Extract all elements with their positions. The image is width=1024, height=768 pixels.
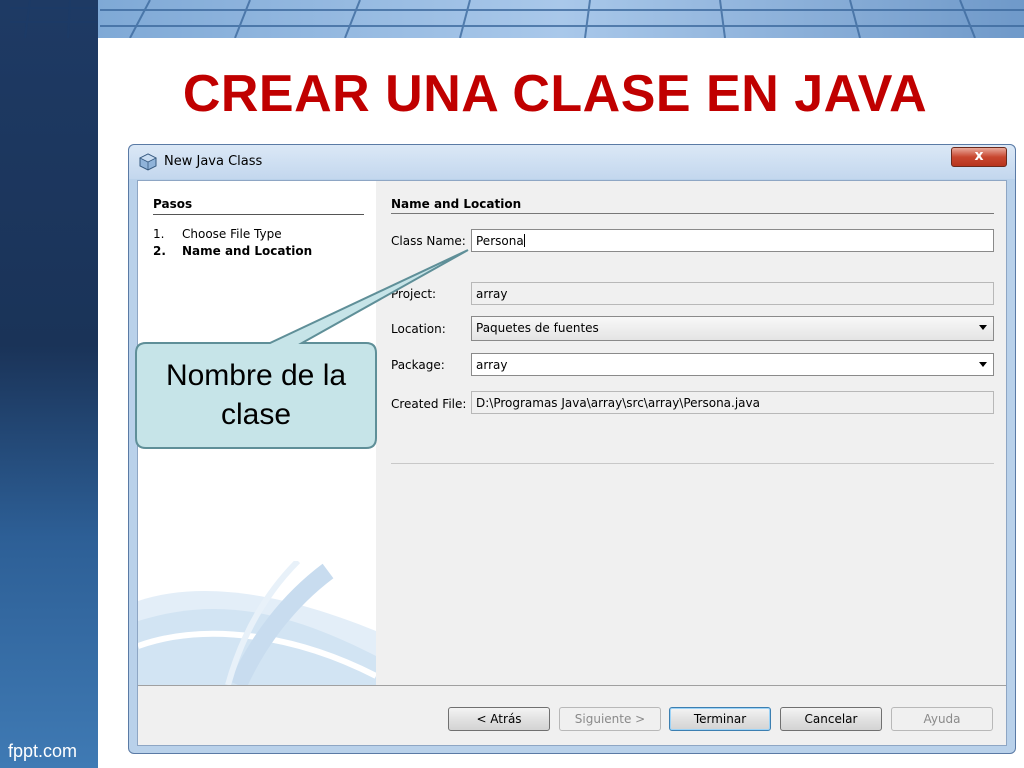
class-name-label: Class Name:: [391, 234, 466, 248]
created-file-field: D:\Programas Java\array\src\array\Person…: [471, 391, 994, 414]
callout-line-1: Nombre de la: [165, 359, 347, 392]
cancel-button[interactable]: Cancelar: [780, 707, 882, 731]
callout-text: Nombre de la clase: [137, 356, 375, 434]
form-heading-divider: [391, 213, 994, 214]
form-heading: Name and Location: [391, 197, 522, 211]
back-button[interactable]: < Atrás: [448, 707, 550, 731]
form-bottom-divider: [391, 463, 994, 464]
package-value: array: [476, 358, 508, 372]
dialog-title: New Java Class: [164, 154, 263, 169]
steps-divider: [153, 214, 364, 215]
slide-title: CREAR UNA CLASE EN JAVA: [182, 65, 928, 123]
created-file-label: Created File:: [391, 397, 467, 411]
footer-brand: fppt.com: [8, 741, 78, 761]
steps-heading: Pasos: [153, 197, 193, 211]
class-name-value: Persona: [476, 234, 524, 248]
building-grid-decoration: [10, 0, 1024, 38]
step-number: 1.: [153, 227, 165, 241]
step-label: Choose File Type: [182, 227, 282, 241]
step-number: 2.: [153, 244, 166, 258]
location-label: Location:: [391, 322, 446, 336]
wizard-swoosh-decoration: [138, 561, 376, 685]
chevron-down-icon: [979, 362, 987, 367]
close-button[interactable]: x: [951, 147, 1007, 167]
new-java-class-dialog: New Java Class x Pasos 1. Choose File Typ…: [128, 144, 1016, 754]
dialog-client-area: Pasos 1. Choose File Type 2. Name and Loca…: [137, 180, 1007, 746]
location-value: Paquetes de fuentes: [476, 321, 599, 335]
package-label: Package:: [391, 358, 445, 372]
step-label: Name and Location: [182, 244, 313, 258]
finish-button[interactable]: Terminar: [669, 707, 771, 731]
help-button[interactable]: Ayuda: [891, 707, 993, 731]
java-class-icon: [139, 153, 157, 171]
step-item-choose-file-type: 1. Choose File Type: [153, 227, 282, 241]
next-button[interactable]: Siguiente >: [559, 707, 661, 731]
button-bar-divider: [138, 685, 1006, 686]
chevron-down-icon: [979, 325, 987, 330]
project-label: Project:: [391, 287, 437, 301]
step-item-name-and-location: 2. Name and Location: [153, 244, 312, 258]
project-field: array: [471, 282, 994, 305]
class-name-input[interactable]: Persona: [471, 229, 994, 252]
dialog-titlebar[interactable]: New Java Class x: [129, 145, 1015, 179]
text-cursor: [523, 234, 525, 247]
callout-line-2: clase: [220, 398, 292, 431]
location-select[interactable]: Paquetes de fuentes: [471, 316, 994, 341]
close-icon: x: [974, 148, 984, 164]
package-select[interactable]: array: [471, 353, 994, 376]
